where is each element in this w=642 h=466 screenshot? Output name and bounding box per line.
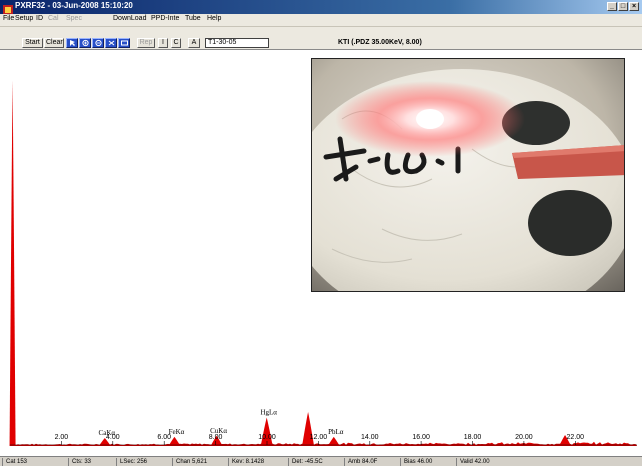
spectrum-peak <box>9 80 16 446</box>
zoom-in-icon <box>82 39 89 47</box>
cursor-icon <box>70 40 75 46</box>
app-icon <box>3 2 13 15</box>
fit-button[interactable] <box>105 38 117 48</box>
menu-cal[interactable]: Cal <box>48 15 59 22</box>
print-button[interactable] <box>118 38 130 48</box>
toolbar: Start Clear Rep I C A T1-30-05 KTI (.PDZ… <box>0 27 642 50</box>
c-button[interactable]: C <box>171 38 181 48</box>
spectrum-peak <box>327 436 340 446</box>
zoom-out-button[interactable] <box>92 38 104 48</box>
x-tick-label: 18.00 <box>464 434 482 441</box>
title-bar: PXRF32 - 03-Jun-2008 15:10:20 _ □ × <box>0 0 642 15</box>
spectrum-plot[interactable]: 2.00 4.00 6.00 8.00 10.00 12.00 14.00 16.00 18.0… <box>0 50 642 446</box>
print-icon <box>121 40 128 46</box>
x-tick-label: 2.00 <box>55 434 69 441</box>
menu-ppd-inte[interactable]: PPD-Inte <box>151 15 179 22</box>
x-tick-label: 22.00 <box>567 434 585 441</box>
clear-button[interactable]: Clear <box>44 38 64 48</box>
a-button[interactable]: A <box>188 38 200 48</box>
sample-camera-image <box>311 58 625 292</box>
i-button[interactable]: I <box>158 38 168 48</box>
dark-spot-lower <box>528 190 612 256</box>
menu-file[interactable]: File <box>3 15 14 22</box>
sample-id-field[interactable]: T1-30-05 <box>205 38 269 48</box>
menu-download[interactable]: DownLoad <box>113 15 146 22</box>
rep-button[interactable]: Rep <box>137 38 155 48</box>
menu-setup[interactable]: Setup <box>15 15 33 22</box>
cursor-tool-button[interactable] <box>66 38 78 48</box>
menu-spec[interactable]: Spec <box>66 15 82 22</box>
x-tick-label: 20.00 <box>515 434 533 441</box>
menu-bar: File Setup ID Cal Spec DownLoad PPD-Inte… <box>0 14 642 27</box>
menu-help[interactable]: Help <box>207 15 221 22</box>
peak-label: FeKα <box>169 428 185 436</box>
menu-id[interactable]: ID <box>36 15 43 22</box>
peak-label: CuKα <box>210 427 227 435</box>
peak-label: PbLα <box>328 428 344 436</box>
x-tick-label: 16.00 <box>412 434 430 441</box>
x-tick-label: 14.00 <box>361 434 379 441</box>
x-tick-label: 8.00 <box>209 434 223 441</box>
maximize-button[interactable]: □ <box>618 2 628 11</box>
measurement-setting: KTI (.PDZ 35.00KeV, 8.00) <box>338 39 422 46</box>
close-button[interactable]: × <box>629 2 639 11</box>
peak-label: HgLα <box>260 409 277 417</box>
x-tick-label: 12.00 <box>310 434 328 441</box>
peak-label: CaKα <box>99 429 116 437</box>
zoom-in-button[interactable] <box>79 38 91 48</box>
window-title: PXRF32 - 03-Jun-2008 15:10:20 <box>15 1 133 10</box>
menu-tube[interactable]: Tube <box>185 15 201 22</box>
start-button[interactable]: Start <box>22 38 43 48</box>
zoom-out-icon <box>95 39 102 47</box>
minimize-button[interactable]: _ <box>607 2 617 11</box>
x-tick-label: 10.00 <box>258 434 276 441</box>
fit-icon <box>108 40 115 46</box>
